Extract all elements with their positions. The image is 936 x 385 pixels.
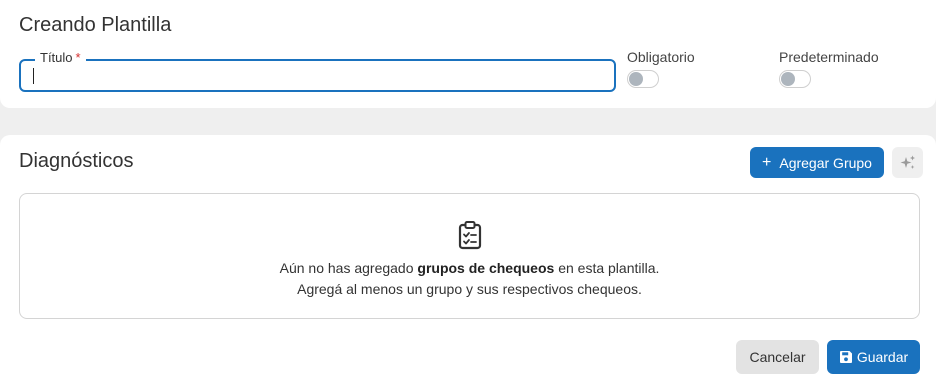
toggle-obligatorio: Obligatorio [627,49,695,88]
page-title: Creando Plantilla [19,14,172,36]
save-label: Guardar [856,349,909,365]
text-caret [33,68,34,84]
sparkle-icon [900,155,915,169]
toggle-predeterminado: Predeterminado [779,49,879,88]
switch-knob [781,72,795,86]
empty-state: Aún no has agregado grupos de chequeos e… [19,193,920,319]
cancel-button[interactable]: Cancelar [736,340,819,374]
switch-knob [629,72,643,86]
floppy-disk-icon [839,351,852,363]
add-group-label: Agregar Grupo [779,154,872,171]
empty-state-line-1: Aún no has agregado grupos de chequeos e… [279,260,660,276]
empty-state-emphasis: grupos de chequeos [417,260,555,276]
save-button[interactable]: Guardar [827,340,920,374]
clipboard-check-icon [458,221,482,250]
plus-icon: + [762,153,772,171]
title-field[interactable]: Título * [19,50,616,92]
diagnostics-card: Diagnósticos + Agregar Grupo Aún no has … [0,135,936,385]
predeterminado-switch[interactable] [779,70,811,88]
toggle-predeterminado-label: Predeterminado [779,49,879,65]
obligatorio-switch[interactable] [627,70,659,88]
toggle-obligatorio-label: Obligatorio [627,49,695,65]
diagnostics-title: Diagnósticos [19,150,134,172]
ai-assist-button[interactable] [892,147,923,178]
add-group-button[interactable]: + Agregar Grupo [750,147,884,178]
template-card: Creando Plantilla Título * Obligatorio Pr… [0,0,936,108]
title-input[interactable] [21,61,614,90]
empty-state-line-2: Agregá al menos un grupo y sus respectiv… [297,281,642,297]
